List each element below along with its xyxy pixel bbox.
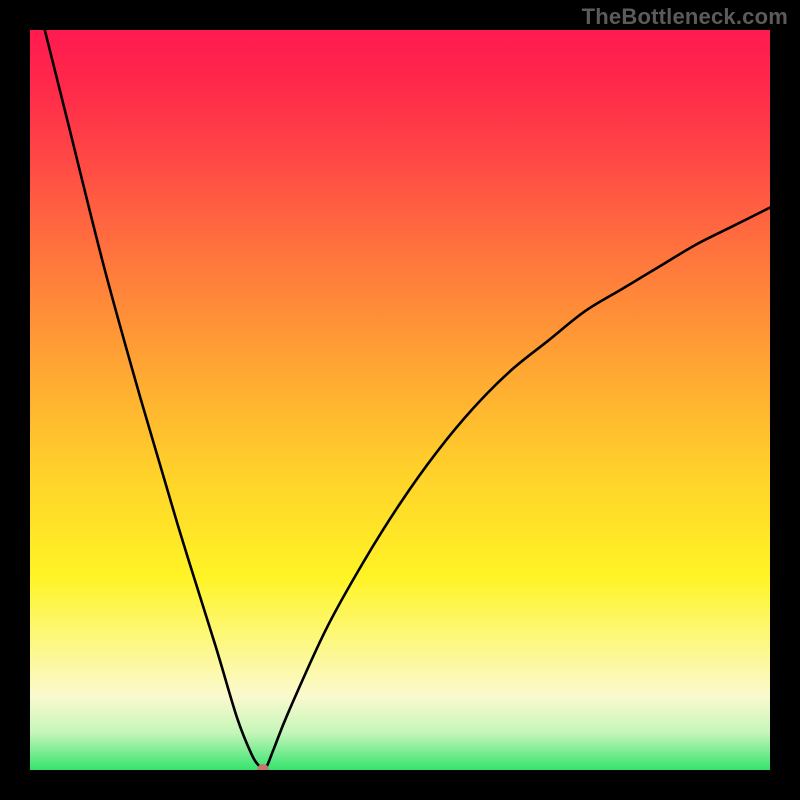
bottleneck-curve	[45, 30, 770, 770]
minimum-marker-icon	[257, 764, 269, 770]
watermark-text: TheBottleneck.com	[582, 4, 788, 30]
plot-area	[30, 30, 770, 770]
chart-frame: TheBottleneck.com	[0, 0, 800, 800]
curve-svg	[30, 30, 770, 770]
